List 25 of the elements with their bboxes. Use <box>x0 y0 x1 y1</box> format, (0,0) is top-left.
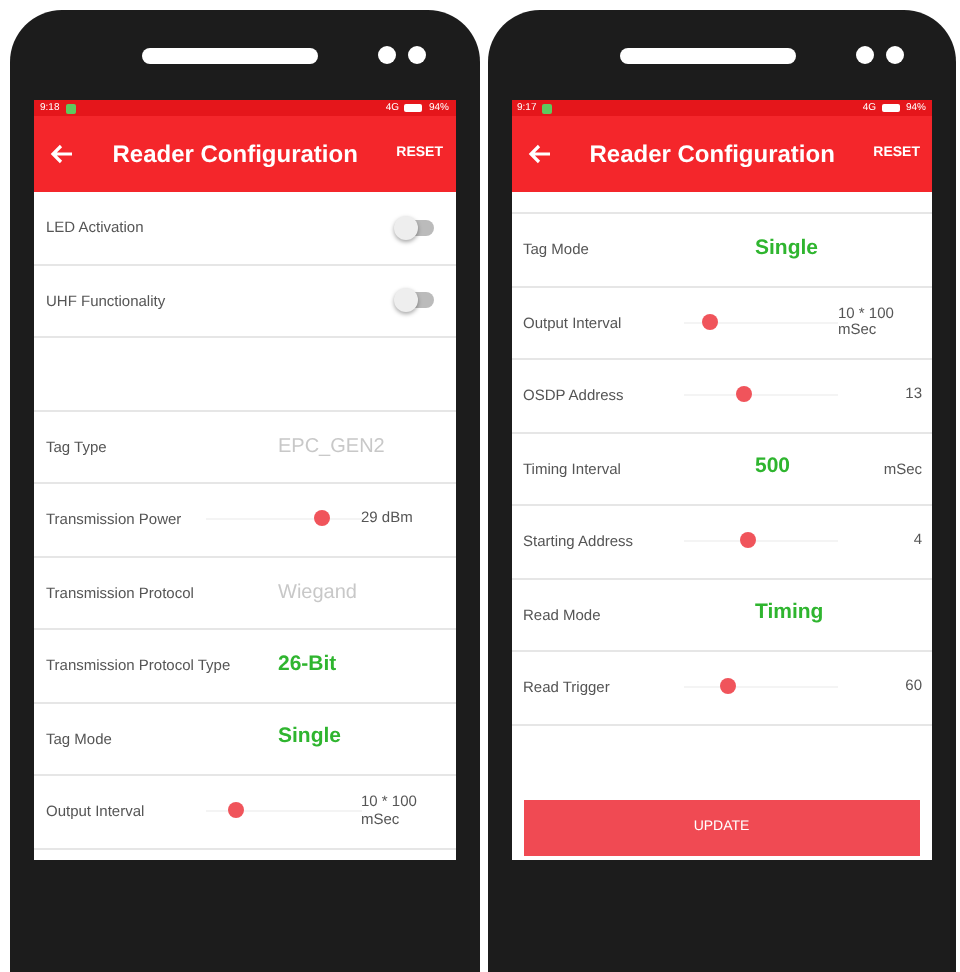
setting-value[interactable]: Timing <box>755 598 824 631</box>
app-notification-icon <box>542 103 553 113</box>
setting-value[interactable]: Single <box>278 722 342 755</box>
battery-icon <box>404 104 423 112</box>
slider-thumb[interactable] <box>702 313 719 330</box>
slider-thumb[interactable] <box>313 510 329 527</box>
setting-value[interactable]: 26-Bit <box>278 649 337 682</box>
back-button[interactable] <box>50 144 74 164</box>
setting-value[interactable]: 500 <box>755 452 791 485</box>
battery-icon <box>881 104 900 112</box>
sensor-dot <box>885 46 904 64</box>
sensor-dot <box>408 46 427 64</box>
screen-title: Reader Configuration <box>587 138 837 172</box>
slider-thumb[interactable] <box>719 678 736 695</box>
toggle-switch[interactable] <box>397 219 433 236</box>
slider-thumb[interactable] <box>228 802 245 819</box>
setting-value[interactable]: Single <box>755 233 819 266</box>
app-notification-icon <box>65 103 76 113</box>
screen-title: Reader Configuration <box>110 138 360 172</box>
slider-thumb[interactable] <box>739 532 756 549</box>
back-button[interactable] <box>527 144 551 164</box>
camera-dot <box>378 46 397 64</box>
camera-dot <box>855 46 874 64</box>
slider-thumb[interactable] <box>735 386 752 403</box>
toggle-switch[interactable] <box>397 292 433 309</box>
